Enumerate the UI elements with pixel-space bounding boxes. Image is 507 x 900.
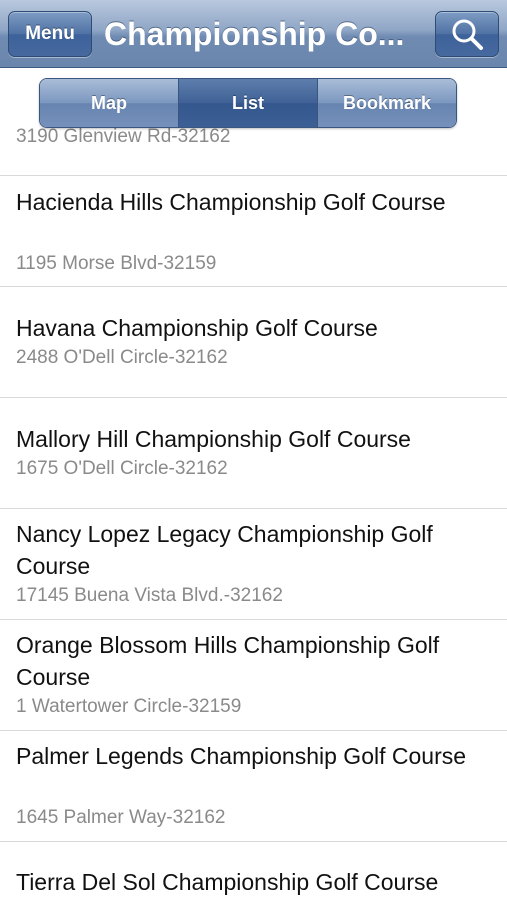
list-item[interactable]: Nancy Lopez Legacy Championship Golf Cou… [0,509,507,620]
list-item[interactable]: Tierra Del Sol Championship Golf Course [0,842,507,900]
tab-map[interactable]: Map [40,79,179,127]
search-button[interactable] [435,11,499,57]
tab-bookmark[interactable]: Bookmark [318,79,456,127]
tab-list[interactable]: List [179,79,318,127]
list-item[interactable]: Mallory Hill Championship Golf Course 16… [0,398,507,509]
course-address: 1 Watertower Circle-32159 [16,696,242,717]
navigation-bar: Menu Championship Co... [0,0,507,68]
course-name: Tierra Del Sol Championship Golf Course [16,869,439,895]
course-address: 1195 Morse Blvd-32159 [16,253,217,274]
page-title: Championship Co... [104,16,405,52]
search-icon [452,19,483,50]
list-item[interactable]: Havana Championship Golf Course 2488 O'D… [0,287,507,398]
course-name: Orange Blossom Hills Championship Golf C… [16,632,440,690]
list-item[interactable]: Palmer Legends Championship Golf Course … [0,731,507,842]
course-name: Mallory Hill Championship Golf Course [16,426,411,452]
course-address: 2488 O'Dell Circle-32162 [16,347,228,368]
list-item[interactable]: Hacienda Hills Championship Golf Course … [0,176,507,287]
course-name: Havana Championship Golf Course [16,315,378,341]
list-item[interactable]: Orange Blossom Hills Championship Golf C… [0,620,507,731]
course-name: Nancy Lopez Legacy Championship Golf Cou… [16,521,433,579]
menu-button[interactable]: Menu [8,11,92,57]
course-address: 1645 Palmer Way-32162 [16,807,226,828]
course-address: 3190 Glenview Rd-32162 [16,126,231,147]
course-name: Palmer Legends Championship Golf Course [16,743,467,769]
course-address: 1675 O'Dell Circle-32162 [16,458,228,479]
course-address: 17145 Buena Vista Blvd.-32162 [16,585,283,606]
view-segmented-control: Map List Bookmark [39,78,457,128]
course-name: Hacienda Hills Championship Golf Course [16,189,446,215]
